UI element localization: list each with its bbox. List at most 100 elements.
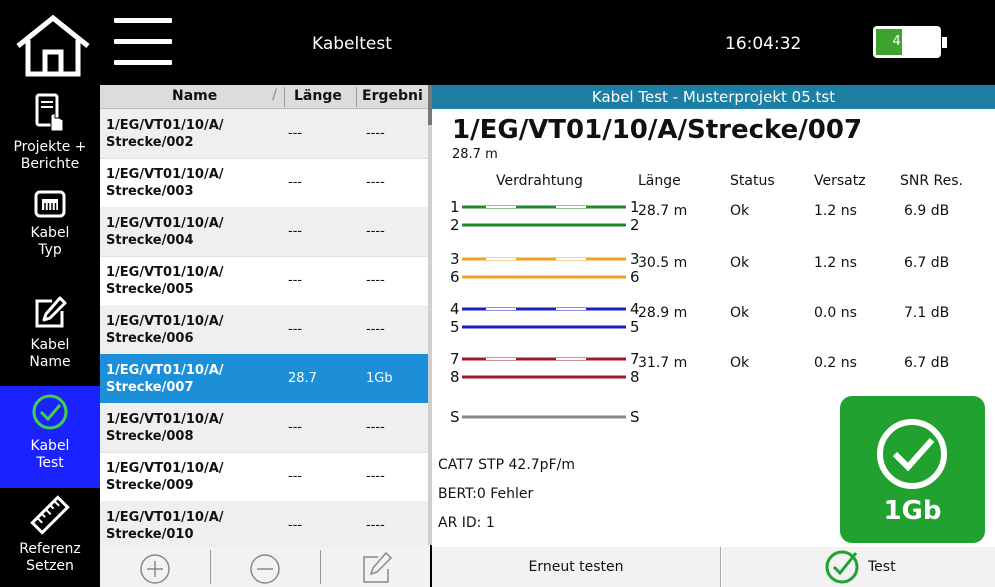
ethernet-port-icon: [34, 190, 66, 218]
list-item-name: 1/EG/VT01/10/A/Strecke/004: [106, 216, 224, 248]
header-snr: SNR Res.: [900, 173, 963, 189]
sidebar-label: Projekte +: [13, 139, 87, 155]
column-header-name[interactable]: Name: [172, 88, 217, 104]
pair-skew: 1.2 ns: [814, 203, 857, 219]
sidebar-label: Kabel: [30, 438, 70, 454]
list-item[interactable]: 1/EG/VT01/10/A/Strecke/006 --- ----: [100, 305, 430, 355]
pin-label: 8: [450, 368, 460, 386]
list-toolbar: [100, 547, 430, 587]
sidebar-label: Test: [36, 455, 64, 471]
list-item-name: 1/EG/VT01/10/A/Strecke/005: [106, 265, 224, 297]
pair-status: Ok: [730, 255, 750, 271]
list-item-name: 1/EG/VT01/10/A/Strecke/007: [106, 363, 224, 395]
pair-snr: 6.9 dB: [904, 203, 950, 219]
edit-pencil-icon: [35, 296, 67, 328]
list-item[interactable]: 1/EG/VT01/10/A/Strecke/009 --- ----: [100, 452, 430, 502]
retest-button[interactable]: Erneut testen: [432, 547, 721, 587]
list-item-length: ---: [288, 322, 303, 337]
list-item-length: ---: [288, 175, 303, 190]
list-item-name: 1/EG/VT01/10/A/Strecke/002: [106, 118, 224, 150]
column-header-length[interactable]: Länge: [294, 88, 342, 104]
test-button-label: Test: [868, 559, 896, 575]
sidebar-item-cable-type[interactable]: Kabel Typ: [0, 189, 100, 289]
report-touch-icon: [35, 93, 64, 132]
sidebar-label: Kabel: [30, 225, 70, 241]
bert-info: BERT:0 Fehler: [438, 486, 534, 502]
pair-status: Ok: [730, 203, 750, 219]
list-item-name: 1/EG/VT01/10/A/Strecke/006: [106, 314, 224, 346]
column-header-result[interactable]: Ergebni: [362, 88, 423, 104]
clock: 16:04:32: [725, 34, 802, 54]
app-title: Kabeltest: [312, 34, 392, 54]
check-circle-icon: [32, 394, 68, 430]
list-item-name: 1/EG/VT01/10/A/Strecke/008: [106, 412, 224, 444]
list-item-result: ----: [366, 126, 385, 141]
add-circle-icon: [140, 554, 170, 584]
list-item-length: 28.7: [288, 371, 317, 386]
pair-skew: 0.2 ns: [814, 355, 857, 371]
ruler-icon: [30, 495, 70, 535]
pair-status: Ok: [730, 305, 750, 321]
add-button[interactable]: [100, 547, 210, 587]
remove-button[interactable]: [210, 547, 320, 587]
header-wiring: Verdrahtung: [496, 173, 583, 189]
list-item[interactable]: 1/EG/VT01/10/A/Strecke/002 --- ----: [100, 109, 430, 159]
list-item[interactable]: 1/EG/VT01/10/A/Strecke/003 --- ----: [100, 158, 430, 208]
list-item[interactable]: 1/EG/VT01/10/A/Strecke/007 28.7 1Gb: [100, 354, 430, 404]
list-item-length: ---: [288, 420, 303, 435]
pair-skew: 0.0 ns: [814, 305, 857, 321]
list-item-length: ---: [288, 273, 303, 288]
test-button[interactable]: Test: [722, 547, 995, 587]
sidebar-item-set-reference[interactable]: Referenz Setzen: [0, 495, 100, 587]
sidebar-label: Typ: [38, 242, 62, 258]
pin-label: 4: [450, 300, 460, 318]
pin-label: 1: [450, 198, 460, 216]
list-item[interactable]: 1/EG/VT01/10/A/Strecke/005 --- ----: [100, 256, 430, 306]
home-button[interactable]: [14, 14, 92, 78]
wiring-diagram: 1 12 23 36 64 45 57 78 8S S: [450, 198, 640, 426]
list-item-name: 1/EG/VT01/10/A/Strecke/009: [106, 461, 224, 493]
test-detail-panel: Kabel Test - Musterprojekt 05.tst 1/EG/V…: [432, 85, 995, 587]
pin-label: S: [630, 408, 640, 426]
list-item-result: 1Gb: [366, 371, 393, 386]
pin-label: 3: [450, 250, 460, 268]
list-item[interactable]: 1/EG/VT01/10/A/Strecke/008 --- ----: [100, 403, 430, 453]
list-item[interactable]: 1/EG/VT01/10/A/Strecke/004 --- ----: [100, 207, 430, 257]
pin-label: 6: [450, 268, 460, 286]
edit-button[interactable]: [320, 547, 430, 587]
check-circle-icon: [825, 550, 859, 584]
pin-label: 5: [450, 318, 460, 336]
pair-snr: 6.7 dB: [904, 255, 950, 271]
home-icon: [16, 14, 90, 77]
edit-pencil-icon: [363, 551, 393, 583]
sidebar: Projekte + Berichte Kabel Typ Kabel Name…: [0, 85, 100, 587]
header-length: Länge: [638, 173, 681, 189]
sidebar-item-cable-name[interactable]: Kabel Name: [0, 295, 100, 391]
list-item-length: ---: [288, 126, 303, 141]
detail-title: Kabel Test - Musterprojekt 05.tst: [432, 85, 995, 109]
remove-circle-icon: [250, 554, 280, 584]
list-item-result: ----: [366, 420, 385, 435]
sidebar-item-cable-test[interactable]: Kabel Test: [0, 386, 100, 488]
result-badge: 1Gb: [840, 396, 985, 543]
list-item-result: ----: [366, 224, 385, 239]
list-item[interactable]: 1/EG/VT01/10/A/Strecke/010 --- ----: [100, 501, 430, 547]
sidebar-label: Kabel: [30, 337, 70, 353]
list-item-result: ----: [366, 273, 385, 288]
ar-id-info: AR ID: 1: [438, 515, 495, 531]
sidebar-item-projects[interactable]: Projekte + Berichte: [0, 93, 100, 185]
pin-label: S: [450, 408, 460, 426]
list-item-length: ---: [288, 518, 303, 533]
hamburger-menu-icon[interactable]: [114, 18, 172, 68]
pair-snr: 6.7 dB: [904, 355, 950, 371]
sidebar-label: Referenz: [19, 541, 81, 557]
sort-divider: /: [272, 87, 278, 103]
list-item-length: ---: [288, 469, 303, 484]
check-circle-icon: [877, 419, 947, 489]
list-header: Name / Länge Ergebni: [100, 85, 430, 109]
pair-length: 30.5 m: [638, 255, 688, 271]
sidebar-label: Berichte: [20, 156, 80, 172]
pair-skew: 1.2 ns: [814, 255, 857, 271]
list-item-result: ----: [366, 518, 385, 533]
sidebar-label: Setzen: [26, 558, 74, 574]
